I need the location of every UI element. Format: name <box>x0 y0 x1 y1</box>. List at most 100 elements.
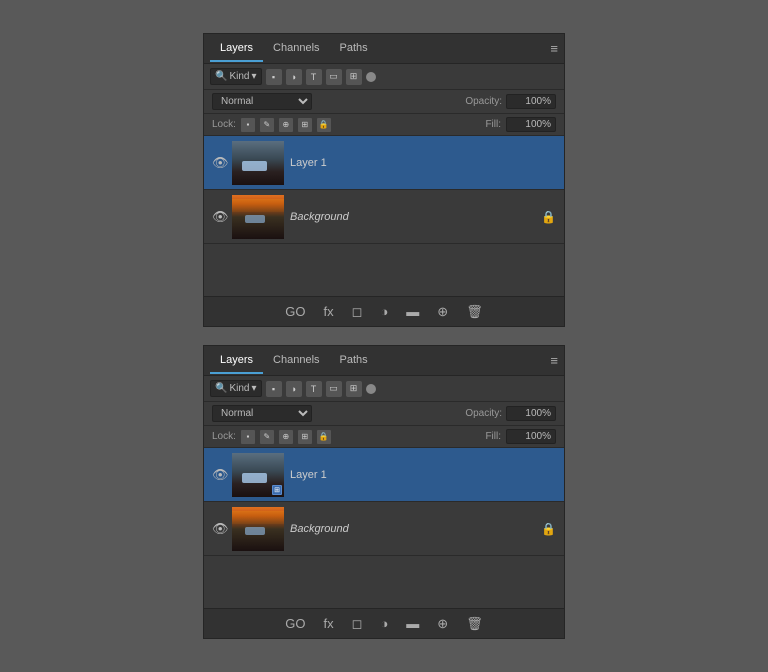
eye-icon-layer1-panel2[interactable]: 👁 <box>212 467 226 483</box>
fill-label-2: Fill: <box>485 431 501 442</box>
kind-filter-1[interactable]: 🔍 Kind ▾ <box>210 68 262 85</box>
link-layers-btn-panel1[interactable]: GO <box>281 302 309 321</box>
adjustment-btn-panel2[interactable]: ◑ <box>376 614 392 633</box>
lock-label-2: Lock: <box>212 431 236 442</box>
tab-channels-2[interactable]: Channels <box>263 348 329 374</box>
group-btn-panel2[interactable]: ▬ <box>402 614 423 633</box>
layer-name-bg-panel1: Background <box>290 211 535 223</box>
kind-filter-2[interactable]: 🔍 Kind ▾ <box>210 380 262 397</box>
kind-label-1: Kind <box>229 71 249 82</box>
filter-shape-icon-1[interactable]: ▭ <box>326 69 342 85</box>
lock-pixels-btn-2[interactable]: ▪ <box>241 430 255 444</box>
lock-badge-bg-panel2: 🔒 <box>541 522 556 536</box>
lock-row-1: Lock: ▪ ✎ ⊕ ⊞ 🔒 Fill: 100% <box>204 114 564 136</box>
group-btn-panel1[interactable]: ▬ <box>402 302 423 321</box>
fill-value-1[interactable]: 100% <box>506 117 556 132</box>
new-layer-btn-panel2[interactable]: ⊕ <box>433 614 452 634</box>
layer-name-bg-panel2: Background <box>290 523 535 535</box>
layer-item-0-panel1[interactable]: 👁 Layer 1 <box>204 136 564 190</box>
opacity-value-1[interactable]: 100% <box>506 94 556 109</box>
filter-shape-icon-2[interactable]: ▭ <box>326 381 342 397</box>
layer-thumb-layer1-panel1 <box>232 141 284 185</box>
tab-layers-2[interactable]: Layers <box>210 348 263 374</box>
delete-btn-panel2[interactable]: 🗑 <box>462 614 487 634</box>
filter-bar-2: 🔍 Kind ▾ ▪ ◑ T ▭ ⊞ <box>204 376 564 402</box>
lock-artboard-btn-1[interactable]: ⊞ <box>298 118 312 132</box>
bottom-bar-panel2: GO fx ◻ ◑ ▬ ⊕ 🗑 <box>204 608 564 638</box>
opacity-label-1: Opacity: <box>465 96 502 107</box>
kind-label-2: Kind <box>229 383 249 394</box>
lock-pixels-btn-1[interactable]: ▪ <box>241 118 255 132</box>
kind-dropdown-arrow-1: ▾ <box>251 71 256 82</box>
filter-toggle-dot-2[interactable] <box>366 384 376 394</box>
layer-thumb-bg-panel2 <box>232 507 284 551</box>
eye-icon-bg-panel2[interactable]: 👁 <box>212 521 226 537</box>
blend-row-1: Normal Opacity: 100% <box>204 90 564 114</box>
filter-pixel-icon-2[interactable]: ▪ <box>266 381 282 397</box>
fill-label-1: Fill: <box>485 119 501 130</box>
lock-transform-btn-1[interactable]: ⊕ <box>279 118 293 132</box>
lock-badge-bg-panel1: 🔒 <box>541 210 556 224</box>
thumb-scene1 <box>232 141 284 185</box>
fx-btn-panel1[interactable]: fx <box>320 302 338 321</box>
filter-toggle-dot-1[interactable] <box>366 72 376 82</box>
panel-menu-icon-1[interactable]: ≡ <box>550 41 558 56</box>
layers-list-1: 👁 Layer 1 👁 Background 🔒 <box>204 136 564 296</box>
lock-label-1: Lock: <box>212 119 236 130</box>
lock-transform-btn-2[interactable]: ⊕ <box>279 430 293 444</box>
tab-paths-1[interactable]: Paths <box>330 36 378 62</box>
layer-thumb-bg-panel1 <box>232 195 284 239</box>
thumb-scene2-p2 <box>232 507 284 551</box>
filter-type-icon-1[interactable]: T <box>306 69 322 85</box>
filter-type-icon-2[interactable]: T <box>306 381 322 397</box>
search-icon-1: 🔍 <box>215 71 227 82</box>
lock-row-2: Lock: ▪ ✎ ⊕ ⊞ 🔒 Fill: 100% <box>204 426 564 448</box>
fx-btn-panel2[interactable]: fx <box>320 614 338 633</box>
mask-btn-panel1[interactable]: ◻ <box>348 302 367 322</box>
blend-mode-select-2[interactable]: Normal <box>212 405 312 422</box>
new-layer-btn-panel1[interactable]: ⊕ <box>433 302 452 322</box>
tab-bar-2: Layers Channels Paths ≡ <box>204 346 564 376</box>
eye-icon-layer1-panel1[interactable]: 👁 <box>212 155 226 171</box>
bottom-bar-panel1: GO fx ◻ ◑ ▬ ⊕ 🗑 <box>204 296 564 326</box>
blend-mode-select-1[interactable]: Normal <box>212 93 312 110</box>
layer-item-0-panel2[interactable]: 👁 ⊞ Layer 1 <box>204 448 564 502</box>
eye-icon-bg-panel1[interactable]: 👁 <box>212 209 226 225</box>
lock-position-btn-2[interactable]: ✎ <box>260 430 274 444</box>
filter-bar-1: 🔍 Kind ▾ ▪ ◑ T ▭ ⊞ <box>204 64 564 90</box>
panel-menu-icon-2[interactable]: ≡ <box>550 353 558 368</box>
tab-bar-1: Layers Channels Paths ≡ <box>204 34 564 64</box>
opacity-label-2: Opacity: <box>465 408 502 419</box>
filter-adjust-icon-1[interactable]: ◑ <box>286 69 302 85</box>
tab-channels-1[interactable]: Channels <box>263 36 329 62</box>
mask-btn-panel2[interactable]: ◻ <box>348 614 367 634</box>
filter-pixel-icon-1[interactable]: ▪ <box>266 69 282 85</box>
link-layers-btn-panel2[interactable]: GO <box>281 614 309 633</box>
blend-row-2: Normal Opacity: 100% <box>204 402 564 426</box>
smart-object-badge-panel2: ⊞ <box>272 485 282 495</box>
layer-item-1-panel2[interactable]: 👁 Background 🔒 <box>204 502 564 556</box>
thumb-scene2 <box>232 195 284 239</box>
opacity-value-2[interactable]: 100% <box>506 406 556 421</box>
empty-area-panel1 <box>204 244 564 294</box>
empty-area-panel2 <box>204 556 564 606</box>
lock-all-btn-1[interactable]: 🔒 <box>317 118 331 132</box>
adjustment-btn-panel1[interactable]: ◑ <box>376 302 392 321</box>
layers-panel-2: Layers Channels Paths ≡ 🔍 Kind ▾ ▪ ◑ T ▭… <box>203 345 565 639</box>
delete-btn-panel1[interactable]: 🗑 <box>462 302 487 322</box>
layer-name-layer1-panel1: Layer 1 <box>290 157 556 169</box>
filter-adjust-icon-2[interactable]: ◑ <box>286 381 302 397</box>
lock-all-btn-2[interactable]: 🔒 <box>317 430 331 444</box>
lock-position-btn-1[interactable]: ✎ <box>260 118 274 132</box>
fill-value-2[interactable]: 100% <box>506 429 556 444</box>
tab-paths-2[interactable]: Paths <box>330 348 378 374</box>
layers-panel-1: Layers Channels Paths ≡ 🔍 Kind ▾ ▪ ◑ T ▭… <box>203 33 565 327</box>
filter-smart-icon-1[interactable]: ⊞ <box>346 69 362 85</box>
tab-layers-1[interactable]: Layers <box>210 36 263 62</box>
kind-dropdown-arrow-2: ▾ <box>251 383 256 394</box>
filter-smart-icon-2[interactable]: ⊞ <box>346 381 362 397</box>
layer-item-1-panel1[interactable]: 👁 Background 🔒 <box>204 190 564 244</box>
layer-name-layer1-panel2: Layer 1 <box>290 469 556 481</box>
layer-thumb-layer1-panel2: ⊞ <box>232 453 284 497</box>
lock-artboard-btn-2[interactable]: ⊞ <box>298 430 312 444</box>
